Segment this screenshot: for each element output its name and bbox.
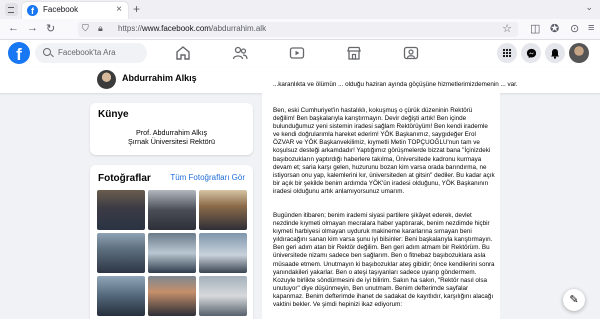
tracking-shield-icon[interactable]: ⛉ [82,23,89,34]
kunye-line-2: Şırnak Üniversitesi Rektörü [127,137,216,146]
notifications-bell-icon[interactable] [545,43,565,63]
menu-icon[interactable]: ≡ [588,22,594,34]
browser-tab-facebook[interactable]: f Facebook × [22,2,128,19]
photo-thumbnail[interactable] [97,276,145,316]
photo-thumbnail[interactable] [97,190,145,230]
firefox-view-icon[interactable] [5,3,18,16]
facebook-logo-icon[interactable]: f [8,42,30,64]
messenger-icon[interactable] [521,43,541,63]
kunye-card: Künye Prof. Abdurrahim Alkış Şırnak Üniv… [90,103,253,155]
kunye-title: Künye [98,109,129,120]
profile-name[interactable]: Abdurrahim Alkış [122,73,197,83]
account-avatar[interactable] [569,43,589,63]
url-text[interactable]: https://www.facebook.com/abdurrahim.alk [118,24,266,33]
facebook-favicon-icon: f [27,5,38,16]
forward-icon[interactable]: → [27,22,38,34]
post-text-clipped-line: ...karanlıkta ve ölümün ... olduğu hazir… [273,81,518,88]
tab-list-chevron-icon[interactable]: ⌄ [585,2,593,13]
browser-tab-strip: f Facebook × + ⌄ [0,0,600,19]
post-paragraph: Bugünden itibaren; benim irademi siyasi … [273,212,495,309]
browser-navbar: ← → ↻ ⛉ 🔒︎ https://www.facebook.com/abdu… [0,19,600,40]
photo-thumbnail[interactable] [199,190,247,230]
see-all-photos-link[interactable]: Tüm Fotoğrafları Gör [170,173,245,182]
profile-avatar[interactable] [97,70,116,89]
search-icon [43,48,51,56]
home-icon[interactable] [175,45,191,61]
reload-icon[interactable]: ↻ [46,22,55,35]
photo-thumbnail[interactable] [148,233,196,273]
close-tab-icon[interactable]: × [116,4,122,15]
photo-thumbnail[interactable] [148,190,196,230]
photo-thumbnail[interactable] [148,276,196,316]
tab-title: Facebook [43,5,79,14]
groups-icon[interactable] [403,45,419,61]
extensions-icon[interactable]: ✪ [550,22,559,35]
photo-thumbnail[interactable] [97,233,145,273]
back-icon[interactable]: ← [8,22,19,34]
menu-grid-icon[interactable] [497,43,517,63]
post-paragraph: Ben, eski Cumhuriyet'in hastalıklı, koku… [273,107,495,195]
address-bar[interactable]: ⛉ 🔒︎ https://www.facebook.com/abdurrahim… [78,22,518,37]
marketplace-icon[interactable] [346,45,362,61]
watch-icon[interactable] [289,45,305,61]
photo-thumbnail[interactable] [199,233,247,273]
search-placeholder: Facebook'ta Ara [58,48,116,57]
pocket-icon[interactable]: ◫ [530,22,540,35]
new-message-edit-icon[interactable]: ✎ [563,289,585,311]
friends-icon[interactable] [232,45,248,61]
facebook-top-bar: f Facebook'ta Ara [0,40,600,67]
facebook-search-input[interactable]: Facebook'ta Ara [35,43,147,63]
bookmark-star-icon[interactable]: ☆ [502,22,512,35]
lock-icon[interactable]: 🔒︎ [98,23,103,34]
new-tab-icon[interactable]: + [133,2,140,16]
kunye-line-1: Prof. Abdurrahim Alkış [135,128,208,137]
photo-thumbnail[interactable] [199,276,247,316]
photos-title: Fotoğraflar [98,173,151,184]
profile-icon[interactable]: ⊙ [570,22,579,35]
photos-card: Fotoğraflar Tüm Fotoğrafları Gör [90,165,253,319]
